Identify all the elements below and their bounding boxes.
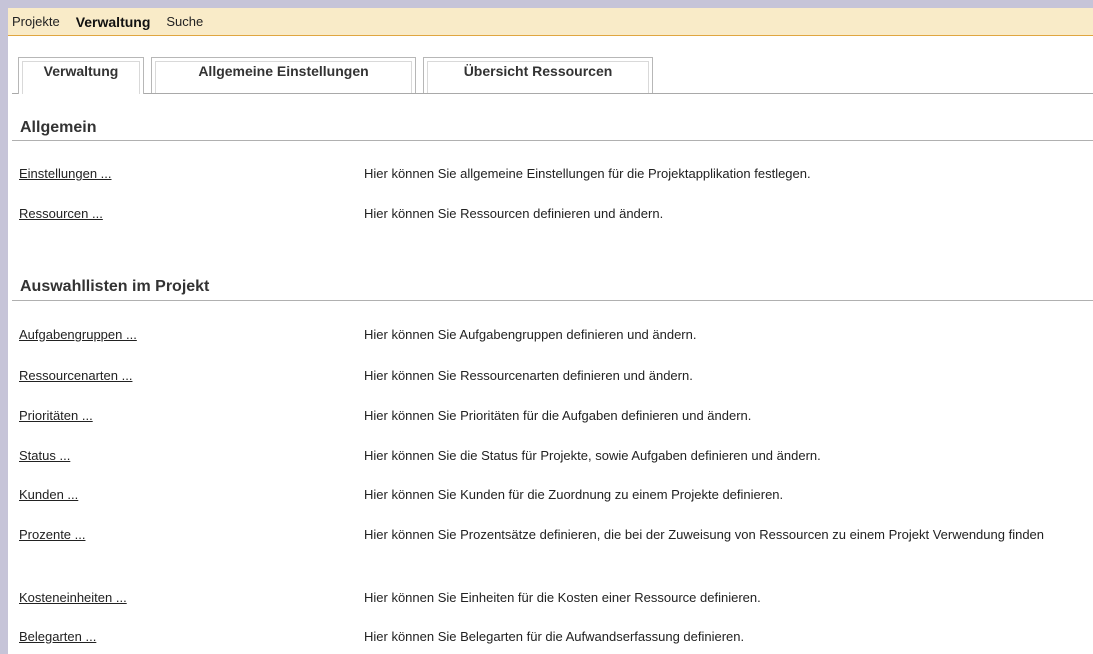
desc-prioritaeten: Hier können Sie Prioritäten für die Aufg… [364,408,752,423]
desc-einstellungen: Hier können Sie allgemeine Einstellungen… [364,166,811,181]
link-einstellungen[interactable]: Einstellungen ... [19,166,112,181]
desc-aufgabengruppen: Hier können Sie Aufgabengruppen definier… [364,327,697,342]
tab-verwaltung-label: Verwaltung [43,63,119,79]
tab-uebersicht-ressourcen-label: Übersicht Ressourcen [463,63,613,79]
tab-verwaltung[interactable]: Verwaltung [18,57,144,94]
link-aufgabengruppen[interactable]: Aufgabengruppen ... [19,327,137,342]
menu-item-projekte[interactable]: Projekte [12,14,60,29]
section-title-allgemein: Allgemein [20,119,97,136]
link-prioritaeten[interactable]: Prioritäten ... [19,408,93,423]
desc-status: Hier können Sie die Status für Projekte,… [364,448,821,463]
tab-bar: Verwaltung Allgemeine Einstellungen Über… [12,57,1093,94]
link-kosteneinheiten[interactable]: Kosteneinheiten ... [19,590,127,605]
link-prozente[interactable]: Prozente ... [19,527,85,542]
desc-ressourcenarten: Hier können Sie Ressourcenarten definier… [364,368,693,383]
link-ressourcenarten[interactable]: Ressourcenarten ... [19,368,132,383]
menu-bar: Projekte Verwaltung Suche [8,8,1093,36]
tab-uebersicht-ressourcen[interactable]: Übersicht Ressourcen [423,57,653,93]
link-status[interactable]: Status ... [19,448,70,463]
menu-item-suche[interactable]: Suche [166,14,203,29]
desc-prozente: Hier können Sie Prozentsätze definieren,… [364,527,1045,542]
section-title-auswahllisten: Auswahllisten im Projekt [20,278,210,295]
tab-allgemeine-einstellungen-label: Allgemeine Einstellungen [198,63,369,79]
link-ressourcen[interactable]: Ressourcen ... [19,206,103,221]
section-divider [12,140,1093,141]
menu-item-verwaltung[interactable]: Verwaltung [76,14,151,30]
tab-allgemeine-einstellungen[interactable]: Allgemeine Einstellungen [151,57,416,93]
admin-window: Projekte Verwaltung Suche Verwaltung All… [8,8,1093,654]
section-divider [12,300,1093,301]
desc-belegarten: Hier können Sie Belegarten für die Aufwa… [364,629,745,644]
desc-kunden: Hier können Sie Kunden für die Zuordnung… [364,487,784,502]
desc-ressourcen: Hier können Sie Ressourcen definieren un… [364,206,664,221]
link-kunden[interactable]: Kunden ... [19,487,78,502]
link-belegarten[interactable]: Belegarten ... [19,629,96,644]
desc-kosteneinheiten: Hier können Sie Einheiten für die Kosten… [364,590,761,605]
